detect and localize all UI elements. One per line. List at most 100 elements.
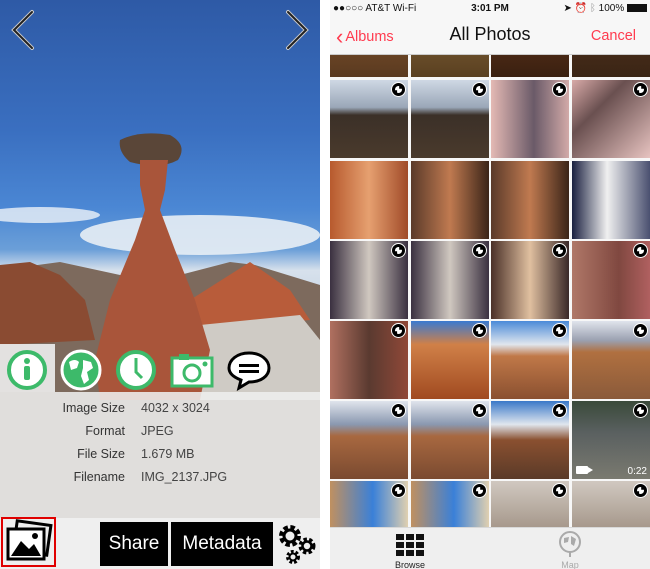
globe-location-icon bbox=[472, 403, 487, 418]
photo-thumbnail[interactable] bbox=[572, 481, 650, 527]
globe-location-icon bbox=[552, 403, 567, 418]
globe-location-icon bbox=[633, 82, 648, 97]
clock-icon bbox=[116, 350, 156, 390]
globe-location-icon bbox=[552, 243, 567, 258]
photo-thumbnail[interactable] bbox=[330, 55, 408, 77]
location-icon: ➤ bbox=[563, 3, 572, 14]
info-row-image-size: Image Size 4032 x 3024 bbox=[0, 401, 320, 421]
photo-picker: ●●○○○ AT&T Wi-Fi 3:01 PM ➤ ⏰ ᛒ 100% ‹ Alb… bbox=[330, 0, 650, 569]
previous-arrow-icon[interactable] bbox=[8, 8, 38, 52]
cancel-button[interactable]: Cancel bbox=[591, 28, 636, 44]
next-arrow-icon[interactable] bbox=[282, 8, 312, 52]
tab-info[interactable] bbox=[0, 344, 55, 392]
info-value: 4032 x 3024 bbox=[141, 401, 210, 415]
photo-thumbnail[interactable] bbox=[572, 80, 650, 158]
battery-icon bbox=[627, 4, 647, 12]
photo-thumbnail[interactable] bbox=[330, 481, 408, 527]
info-value: IMG_2137.JPG bbox=[141, 470, 228, 484]
info-key: Format bbox=[85, 424, 125, 438]
tab-label: Map bbox=[561, 560, 579, 569]
photo-thumbnail[interactable] bbox=[491, 241, 569, 319]
video-duration: 0:22 bbox=[627, 466, 647, 477]
speech-bubble-icon bbox=[227, 351, 271, 392]
photo-thumbnail[interactable] bbox=[491, 80, 569, 158]
globe-location-icon bbox=[633, 403, 648, 418]
metadata-button[interactable]: Metadata bbox=[171, 522, 273, 566]
tab-comments[interactable] bbox=[227, 348, 271, 392]
photo-thumbnail[interactable] bbox=[330, 321, 408, 399]
nav-bar: ‹ Albums All Photos Cancel bbox=[330, 18, 650, 55]
info-value: 1.679 MB bbox=[141, 447, 195, 461]
photo-thumbnail[interactable] bbox=[411, 161, 489, 239]
photo-thumbnail[interactable] bbox=[411, 481, 489, 527]
share-button[interactable]: Share bbox=[100, 522, 168, 566]
photo-thumbnail[interactable] bbox=[411, 241, 489, 319]
photo-thumbnail[interactable] bbox=[491, 55, 569, 77]
photo-thumbnail[interactable] bbox=[572, 161, 650, 239]
info-row-format: Format JPEG bbox=[0, 424, 320, 444]
globe-location-icon bbox=[552, 323, 567, 338]
tab-camera[interactable] bbox=[169, 348, 214, 392]
info-row-filename: Filename IMG_2137.JPG bbox=[0, 470, 320, 490]
battery-percent: 100% bbox=[598, 3, 625, 14]
tab-browse[interactable]: Browse bbox=[370, 530, 450, 569]
metadata-tab-bar bbox=[0, 344, 320, 392]
globe-location-icon bbox=[472, 243, 487, 258]
globe-location-icon bbox=[391, 483, 406, 498]
photo-thumbnail[interactable] bbox=[572, 55, 650, 77]
photo-grid: 0:22 bbox=[330, 55, 650, 527]
info-key: Filename bbox=[73, 470, 125, 484]
camera-icon bbox=[170, 354, 214, 388]
globe-pin-icon bbox=[559, 531, 581, 557]
status-bar: ●●○○○ AT&T Wi-Fi 3:01 PM ➤ ⏰ ᛒ 100% bbox=[330, 0, 650, 18]
info-icon bbox=[7, 350, 47, 390]
tab-location[interactable] bbox=[59, 348, 103, 392]
photo-thumbnail[interactable] bbox=[330, 241, 408, 319]
globe-location-icon bbox=[472, 483, 487, 498]
grid-icon bbox=[396, 534, 424, 556]
photo-thumbnail[interactable] bbox=[411, 55, 489, 77]
photo-metadata-app: Image Size 4032 x 3024 Format JPEG File … bbox=[0, 0, 320, 569]
photo-thumbnail[interactable] bbox=[572, 241, 650, 319]
photo-thumbnail[interactable] bbox=[411, 401, 489, 479]
photo-thumbnail[interactable] bbox=[572, 321, 650, 399]
globe-location-icon bbox=[552, 82, 567, 97]
bluetooth-icon: ᛒ bbox=[589, 3, 596, 14]
info-key: File Size bbox=[77, 447, 125, 461]
bottom-toolbar: Share Metadata bbox=[0, 500, 320, 569]
globe-location-icon bbox=[472, 82, 487, 97]
photo-thumbnail[interactable] bbox=[330, 80, 408, 158]
photo-thumbnail[interactable] bbox=[411, 80, 489, 158]
photo-library-icon bbox=[6, 519, 53, 561]
globe-location-icon bbox=[472, 323, 487, 338]
alarm-icon: ⏰ bbox=[574, 3, 588, 14]
photo-thumbnail[interactable] bbox=[411, 321, 489, 399]
photo-library-button[interactable] bbox=[1, 517, 56, 567]
globe-location-icon bbox=[552, 483, 567, 498]
photo-thumbnail[interactable] bbox=[491, 401, 569, 479]
picker-tab-bar: Browse Map bbox=[330, 527, 650, 569]
video-camera-icon bbox=[576, 466, 593, 474]
photo-thumbnail[interactable] bbox=[491, 481, 569, 527]
globe-location-icon bbox=[391, 323, 406, 338]
globe-icon bbox=[60, 349, 102, 391]
info-row-file-size: File Size 1.679 MB bbox=[0, 447, 320, 467]
photo-thumbnail[interactable] bbox=[491, 321, 569, 399]
tab-label: Browse bbox=[394, 560, 425, 569]
info-value: JPEG bbox=[141, 424, 174, 438]
globe-location-icon bbox=[633, 243, 648, 258]
photo-thumbnail[interactable] bbox=[330, 161, 408, 239]
tab-map[interactable]: Map bbox=[530, 530, 610, 569]
globe-location-icon bbox=[633, 323, 648, 338]
settings-gears-icon[interactable] bbox=[276, 522, 318, 566]
globe-location-icon bbox=[391, 403, 406, 418]
tab-date[interactable] bbox=[114, 348, 158, 392]
globe-location-icon bbox=[633, 483, 648, 498]
photo-thumbnail[interactable] bbox=[330, 401, 408, 479]
photo-thumbnail[interactable] bbox=[491, 161, 569, 239]
globe-location-icon bbox=[391, 243, 406, 258]
globe-location-icon bbox=[391, 82, 406, 97]
battery-status: ➤ ⏰ ᛒ 100% bbox=[563, 3, 647, 14]
photo-thumbnail[interactable]: 0:22 bbox=[572, 401, 650, 479]
info-key: Image Size bbox=[62, 401, 125, 415]
